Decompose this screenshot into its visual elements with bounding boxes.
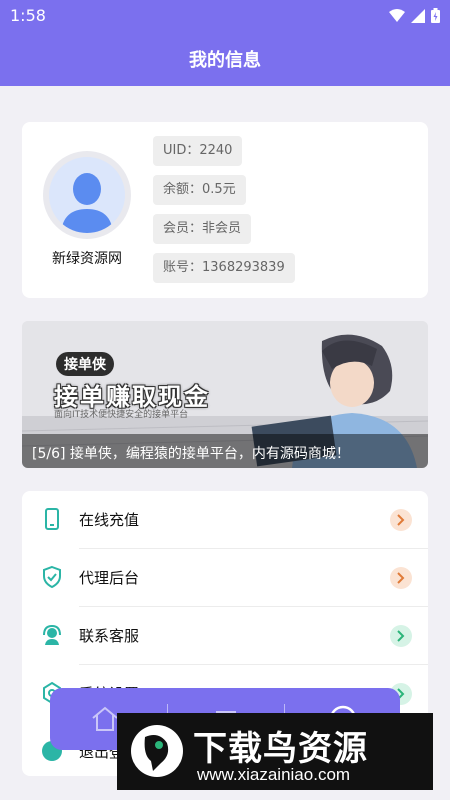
headset-icon — [43, 624, 61, 645]
uid-chip: UID：2240 — [153, 136, 243, 166]
banner-logo: 接单侠 — [56, 352, 114, 376]
chevron-right-icon — [390, 625, 412, 647]
menu-item-customer-service[interactable]: 联系客服 — [22, 607, 428, 664]
banner-subtext: 面向IT技术便快捷安全的接单平台 — [54, 410, 189, 420]
phone-icon — [45, 508, 59, 530]
watermark-url: www.xiazainiao.com — [197, 765, 351, 784]
shield-check-icon — [43, 565, 61, 589]
menu-label: 联系客服 — [79, 627, 140, 645]
user-avatar-icon — [49, 157, 125, 233]
username: 新绿资源网 — [52, 251, 122, 267]
status-icons — [389, 8, 440, 23]
watermark: 下载鸟资源 www.xiazainiao.com — [117, 713, 433, 790]
account-chip: 账号：1368293839 — [153, 253, 295, 283]
banner-caption: [5/6] 接单侠，编程猿的接单平台，内有源码商城！ — [22, 434, 428, 468]
menu-item-agent-backend[interactable]: 代理后台 — [22, 549, 428, 606]
promo-banner[interactable]: 接单侠 接单赚取现金 面向IT技术便快捷安全的接单平台 [5/6] 接单侠，编程… — [22, 321, 428, 468]
status-bar: 1:58 — [0, 0, 450, 32]
menu-label: 在线充值 — [79, 511, 140, 529]
profile-card: 新绿资源网 UID：2240 余额：0.5元 会员：非会员 账号：1368293… — [22, 122, 428, 298]
avatar[interactable] — [43, 151, 131, 239]
app-bar: 我的信息 — [0, 32, 450, 86]
chevron-right-icon — [390, 567, 412, 589]
home-icon — [92, 706, 118, 731]
balance-chip: 余额：0.5元 — [153, 175, 246, 205]
wifi-icon — [389, 8, 405, 22]
battery-icon — [431, 8, 440, 23]
signal-icon — [411, 8, 425, 23]
status-time: 1:58 — [10, 6, 46, 25]
watermark-title: 下载鸟资源 — [193, 729, 368, 769]
menu-label: 代理后台 — [79, 569, 140, 587]
chevron-right-icon — [390, 509, 412, 531]
menu-item-recharge[interactable]: 在线充值 — [22, 491, 428, 548]
page-title: 我的信息 — [189, 50, 261, 71]
membership-chip: 会员：非会员 — [153, 214, 252, 244]
bird-logo-icon — [131, 725, 183, 777]
